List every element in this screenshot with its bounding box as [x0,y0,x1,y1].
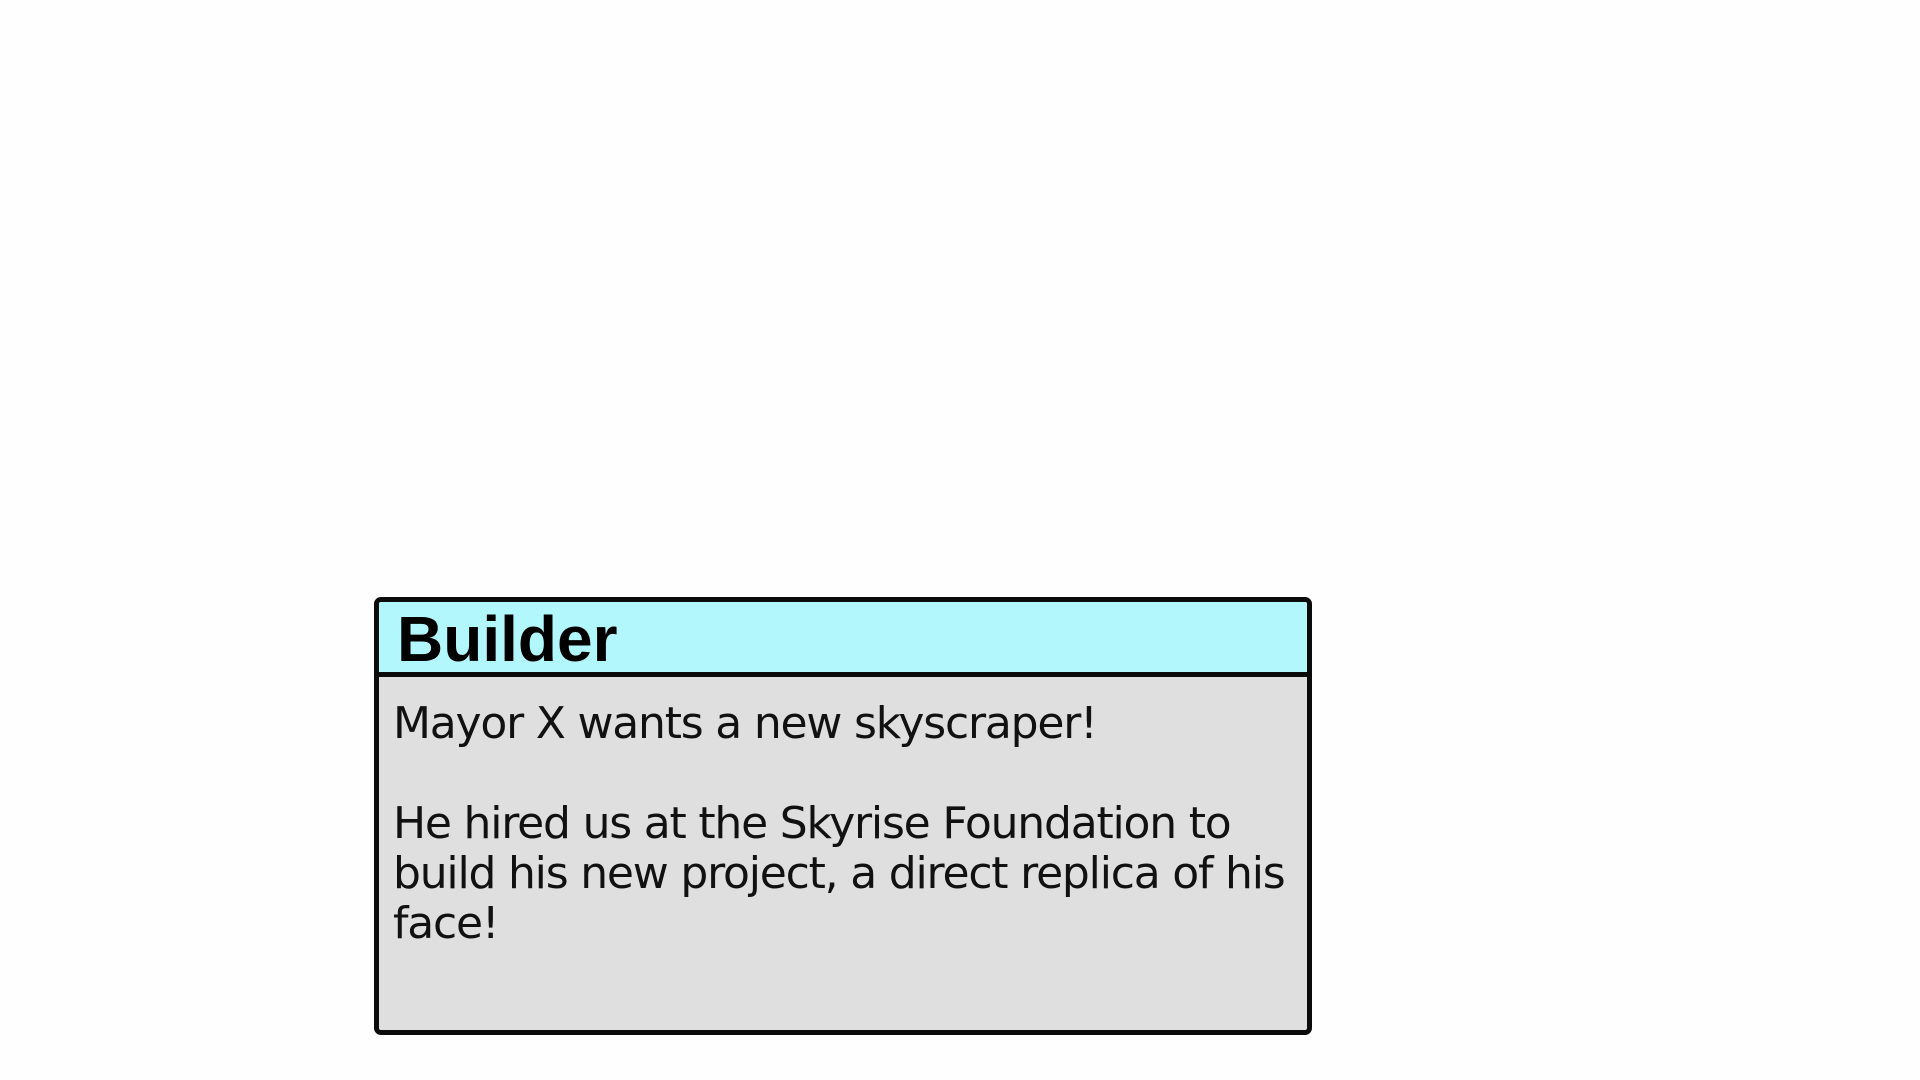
speaker-name: Builder [397,603,618,675]
dialogue-text: Mayor X wants a new skyscraper! He hired… [379,677,1307,949]
game-scene: Builder Mayor X wants a new skyscraper! … [0,0,1920,1080]
dialogue-box[interactable]: Builder Mayor X wants a new skyscraper! … [374,597,1312,1035]
dialogue-line-2: He hired us at the Skyrise Foundation to… [393,798,1286,949]
speaker-name-bar: Builder [379,602,1307,677]
dialogue-line-1: Mayor X wants a new skyscraper! [393,698,1098,749]
